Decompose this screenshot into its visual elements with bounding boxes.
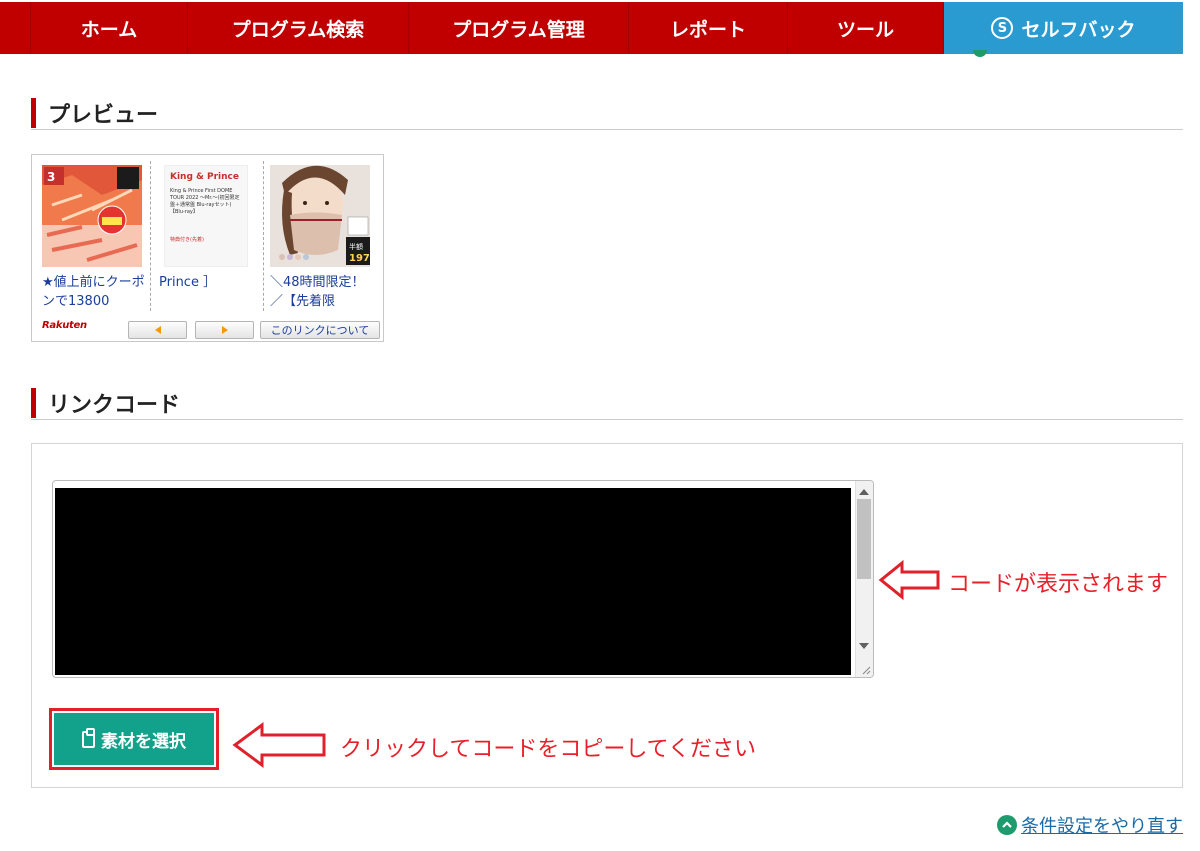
- code-annotation: コードが表示されます: [948, 572, 1169, 597]
- preview-item-text[interactable]: Prince ］: [159, 273, 263, 313]
- nav-selfback-label: セルフバック: [1021, 18, 1136, 41]
- preview-item[interactable]: 3 ★値上前にクーポンで13800: [32, 161, 146, 321]
- scroll-down-icon[interactable]: [859, 643, 869, 649]
- active-indicator: [973, 50, 987, 57]
- svg-text:3: 3: [47, 170, 55, 184]
- arrow-left-icon: [154, 326, 161, 334]
- nav-tool-label: ツール: [836, 18, 894, 41]
- preview-widget: 3 ★値上前にクーポンで13800 King & Prince King & P…: [31, 154, 384, 342]
- nav-program-search-label: プログラム検索: [231, 18, 365, 41]
- preview-item-text[interactable]: ＼48時間限定！／【先着限: [270, 273, 374, 313]
- preview-item[interactable]: King & Prince King & Prince First DOME T…: [150, 161, 264, 321]
- nav-report[interactable]: レポート: [629, 2, 788, 54]
- arrow-left-annotation-icon: [232, 722, 326, 768]
- crab-product-image[interactable]: 3: [42, 165, 142, 267]
- king-and-prince-dvd-image[interactable]: King & Prince King & Prince First DOME T…: [164, 165, 248, 267]
- reset-conditions-label[interactable]: 条件設定をやり直す: [1021, 812, 1183, 838]
- clipboard-icon: [82, 727, 95, 748]
- select-annotation: クリックしてコードをコピーしてください: [340, 737, 757, 762]
- code-textarea[interactable]: [52, 480, 874, 678]
- preview-prev-button[interactable]: [128, 321, 187, 339]
- nav-tool[interactable]: ツール: [788, 2, 944, 54]
- product-card-title: King & Prince: [170, 172, 239, 182]
- product-card: King & Prince King & Prince First DOME T…: [164, 165, 248, 267]
- nav-home-label: ホーム: [80, 18, 138, 41]
- nav-home[interactable]: ホーム: [30, 2, 188, 54]
- nav-program-manage-label: プログラム管理: [452, 18, 585, 41]
- scroll-up-icon[interactable]: [859, 489, 869, 495]
- heading-accent-bar: [31, 387, 36, 418]
- svg-text:197: 197: [349, 253, 370, 264]
- scroll-thumb[interactable]: [857, 499, 871, 579]
- heading-accent-bar: [31, 97, 36, 128]
- select-material-button[interactable]: 素材を選択: [54, 713, 214, 765]
- link-code-heading: リンクコード: [31, 386, 1183, 420]
- preview-item[interactable]: 半額 197 ＼48時間限定！／【先着限: [259, 161, 373, 321]
- textarea-scrollbar[interactable]: [855, 481, 873, 677]
- about-link-label: このリンクについて: [270, 324, 370, 337]
- preview-heading: プレビュー: [31, 96, 1183, 130]
- preview-next-button[interactable]: [195, 321, 254, 339]
- product-card-note: 特典付き(先着): [170, 237, 204, 243]
- preview-title: プレビュー: [48, 102, 159, 128]
- chevron-up-icon: [997, 815, 1017, 835]
- about-link-button[interactable]: このリンクについて: [260, 321, 380, 339]
- link-code-title: リンクコード: [48, 392, 181, 418]
- nav-program-manage[interactable]: プログラム管理: [409, 2, 629, 54]
- select-material-label: 素材を選択: [101, 731, 186, 752]
- resize-grip-icon[interactable]: [861, 665, 871, 675]
- nav-selfback[interactable]: S セルフバック: [944, 2, 1183, 54]
- nav-report-label: レポート: [669, 18, 746, 41]
- preview-item-text[interactable]: ★値上前にクーポンで13800: [42, 273, 146, 313]
- global-nav: ホーム プログラム検索 プログラム管理 レポート ツール S セルフバック: [0, 0, 1200, 57]
- nav-program-search[interactable]: プログラム検索: [188, 2, 409, 54]
- product-card-body: King & Prince First DOME TOUR 2022 〜Mr.〜…: [170, 188, 240, 215]
- rakuten-logo[interactable]: Rakuten: [42, 320, 87, 331]
- redacted-code-content: [55, 488, 851, 675]
- nav-bar: ホーム プログラム検索 プログラム管理 レポート ツール S セルフバック: [0, 2, 1183, 54]
- face-mask-product-image[interactable]: 半額 197: [270, 165, 370, 267]
- arrow-left-annotation-icon: [878, 560, 940, 600]
- svg-text:半額: 半額: [349, 242, 363, 251]
- reset-conditions-link[interactable]: 条件設定をやり直す: [997, 812, 1183, 838]
- arrow-right-icon: [221, 326, 228, 334]
- selfback-icon: S: [991, 17, 1014, 39]
